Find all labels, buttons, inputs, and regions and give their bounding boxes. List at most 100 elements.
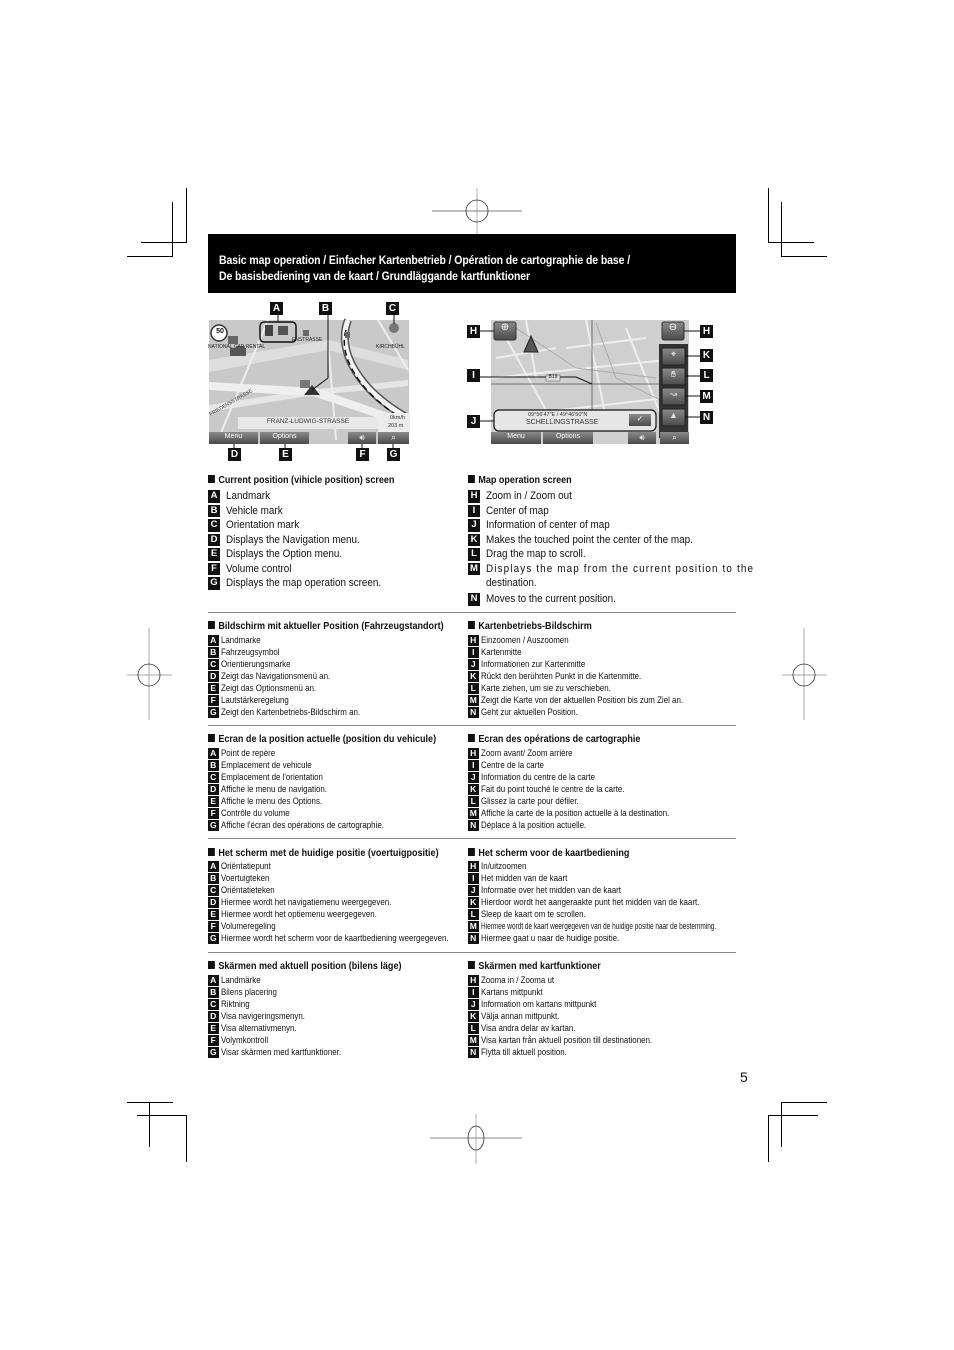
- map-magnifier-icon: ⌕: [391, 433, 396, 442]
- current-position-button[interactable]: ▲: [662, 410, 685, 420]
- legend-text: Hiermee wordt het scherm voor de kaartbe…: [221, 933, 449, 943]
- legend-item: M Displays the map from the current posit…: [468, 562, 784, 577]
- legend-item: B Bilens placering: [208, 986, 433, 998]
- title-line-2: De basisbediening van de kaart / Grundlä…: [219, 269, 531, 283]
- legend-item: G Hiermee wordt het scherm voor de kaartb…: [208, 932, 480, 944]
- legend-text: Center of map: [486, 504, 549, 517]
- legend-text: Riktning: [221, 999, 250, 1009]
- legend-item: A Oriëntatiepunt: [208, 860, 480, 872]
- legend-item: K Makes the touched point the center of t…: [468, 533, 784, 548]
- legend-text: Zooma in / Zooma ut: [481, 975, 555, 985]
- section-title-text: Bildschirm mit aktueller Position (Fahrz…: [218, 620, 444, 632]
- letter-badge: H: [468, 861, 479, 872]
- orientation-icon: [389, 323, 399, 333]
- swedish-map-operation-section: Skärmen med kartfunktioner H Zooma in / Z…: [468, 959, 675, 1058]
- dutch-current-position-section: Het scherm met de huidige positie (voert…: [208, 846, 480, 944]
- legend-text: Affiche le menu de navigation.: [221, 784, 327, 794]
- letter-badge: K: [468, 784, 479, 795]
- letter-badge: L: [468, 796, 479, 807]
- legend-item: H Zoom avant/ Zoom arrière: [468, 747, 695, 759]
- legend-item: E Visa alternativmenyn.: [208, 1022, 433, 1034]
- callout-k: K: [700, 349, 713, 362]
- letter-badge: F: [208, 808, 219, 819]
- touch-center-button[interactable]: ⌖: [662, 349, 685, 360]
- landmark-icon: [265, 325, 273, 336]
- square-bullet-icon: [208, 621, 215, 629]
- letter-badge: F: [208, 695, 219, 706]
- legend-item: H Zoom in / Zoom out: [468, 489, 784, 504]
- letter-badge: I: [468, 873, 479, 884]
- menu-button[interactable]: Menu: [491, 433, 541, 440]
- legend-text: Drag the map to scroll.: [486, 548, 586, 560]
- legend-item: H Zooma in / Zooma ut: [468, 974, 675, 986]
- crop-mark: [137, 1115, 187, 1116]
- letter-badge: I: [468, 647, 479, 658]
- volume-button[interactable]: 🔊︎: [348, 433, 376, 443]
- section-title: Het scherm voor de kaartbediening: [468, 846, 760, 860]
- drag-scroll-button[interactable]: ✋︎: [662, 369, 685, 380]
- zoom-in-icon: ⊕: [500, 322, 510, 333]
- section-title-text: Map operation screen: [478, 474, 572, 486]
- legend-text: In/uitzoomen: [481, 861, 527, 871]
- crop-mark: [768, 1115, 818, 1116]
- volume-button[interactable]: 🔊︎: [628, 433, 656, 443]
- legend-text: Information om kartans mittpunkt: [481, 999, 597, 1009]
- map-operation-button[interactable]: ⌕: [378, 433, 409, 443]
- confirm-button[interactable]: ✓: [629, 414, 651, 423]
- callout-g: G: [387, 448, 400, 461]
- options-button[interactable]: Options: [260, 433, 309, 440]
- legend-item-continuation: destination.: [468, 576, 784, 592]
- legend-text: Vehicle mark: [226, 504, 283, 517]
- legend-item: M Affiche la carte de la position actuell…: [468, 807, 695, 819]
- legend-text: Zeigt das Navigationsmenü an.: [221, 671, 331, 681]
- options-button[interactable]: Options: [543, 433, 593, 440]
- registration-mark-right: [782, 628, 827, 720]
- legend-text: Landmarke: [221, 635, 261, 645]
- crop-mark: [141, 242, 187, 243]
- letter-badge: C: [208, 772, 219, 783]
- letter-badge: A: [208, 748, 219, 759]
- letter-badge: K: [468, 533, 480, 546]
- callout-c: C: [386, 302, 399, 315]
- legend-item: G Affiche l'écran des opérations de carto…: [208, 819, 473, 831]
- legend-text: Affiche l'écran des opérations de cartog…: [221, 820, 384, 830]
- letter-badge: D: [208, 671, 219, 682]
- legend-item: C Emplacement de l'orientation: [208, 771, 473, 783]
- map-operation-button[interactable]: ⌕: [660, 433, 689, 443]
- crop-mark: [768, 1115, 769, 1162]
- callout-h-left: H: [467, 325, 480, 338]
- legend-text: Displays the Navigation menu.: [226, 533, 360, 546]
- legend-text: Hiermee gaat u naar de huidige positie.: [481, 933, 620, 943]
- letter-badge: M: [468, 1035, 479, 1046]
- legend-item: J Information du centre de la carte: [468, 771, 695, 783]
- crop-mark: [781, 1102, 782, 1147]
- legend-text: Zeigt die Karte von der aktuellen Positi…: [481, 695, 684, 705]
- zoom-out-button[interactable]: ⊖: [662, 322, 684, 333]
- legend-item: L Visa andra delar av kartan.: [468, 1022, 675, 1034]
- legend-item: J Information om kartans mittpunkt: [468, 998, 675, 1010]
- legend-text: Kartans mittpunkt: [481, 987, 543, 997]
- legend-text: Moves to the current position.: [486, 593, 616, 605]
- legend-text: Het midden van de kaart: [481, 873, 568, 883]
- divider: [208, 952, 736, 953]
- zoom-in-button[interactable]: ⊕: [494, 322, 516, 333]
- letter-badge: E: [208, 796, 219, 807]
- letter-badge: L: [468, 1023, 479, 1034]
- legend-text: Affiche la carte de la position actuelle…: [481, 808, 670, 818]
- legend-item: A Point de repère: [208, 747, 473, 759]
- letter-badge: F: [208, 1035, 219, 1046]
- menu-button[interactable]: Menu: [209, 433, 258, 440]
- legend-item: E Zeigt das Optionsmenü an.: [208, 682, 482, 694]
- legend-item: D Zeigt das Navigationsmenü an.: [208, 670, 482, 682]
- callout-n: N: [700, 411, 713, 424]
- legend-item: B Voertuigteken: [208, 872, 480, 884]
- legend-text: Zoom avant/ Zoom arrière: [481, 748, 573, 758]
- legend-item: C Oriëntatieteken: [208, 884, 480, 896]
- route-overview-button[interactable]: ↝: [662, 389, 685, 400]
- square-bullet-icon: [468, 734, 475, 742]
- registration-mark-top: [432, 188, 522, 236]
- crop-mark: [127, 1102, 173, 1103]
- legend-item: K Rückt den berührten Punkt in die Karten…: [468, 670, 711, 682]
- section-title: Map operation screen: [468, 473, 740, 487]
- legend-item: E Hiermee wordt het optiemenu weergegeven…: [208, 908, 480, 920]
